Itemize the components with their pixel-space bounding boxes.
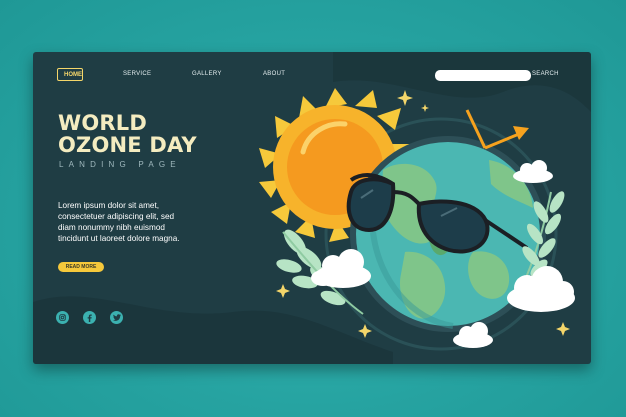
nav-service-link[interactable]: SERVICE — [123, 71, 151, 77]
top-navigation: HOME SERVICE GALLERY ABOUT SEARCH — [33, 52, 591, 98]
nav-home-button[interactable]: HOME — [57, 68, 83, 81]
search-input[interactable] — [435, 70, 531, 81]
read-more-button[interactable]: READ MORE — [58, 262, 104, 272]
twitter-icon[interactable] — [110, 311, 123, 324]
description-line: tincidunt ut laoreet dolore magna. — [58, 234, 180, 243]
title-line-1: WORLD — [58, 111, 147, 135]
nav-about-link[interactable]: ABOUT — [263, 71, 285, 77]
page-subtitle: LANDING PAGE — [59, 160, 181, 169]
title-line-2: OZONE DAY — [58, 133, 197, 157]
page-title: WORLD OZONE DAY — [58, 112, 197, 156]
description-line: Lorem ipsum dolor sit amet, — [58, 201, 160, 210]
search-label[interactable]: SEARCH — [532, 71, 559, 77]
instagram-icon[interactable] — [56, 311, 69, 324]
description-line: consectetuer adipiscing elit, sed — [58, 212, 175, 221]
nav-gallery-link[interactable]: GALLERY — [192, 71, 222, 77]
facebook-icon[interactable] — [83, 311, 96, 324]
landing-page-card: HOME SERVICE GALLERY ABOUT SEARCH WORLD … — [33, 52, 591, 364]
hero-description: Lorem ipsum dolor sit amet, consectetuer… — [58, 200, 238, 244]
description-line: diam nonummy nibh euismod — [58, 223, 165, 232]
